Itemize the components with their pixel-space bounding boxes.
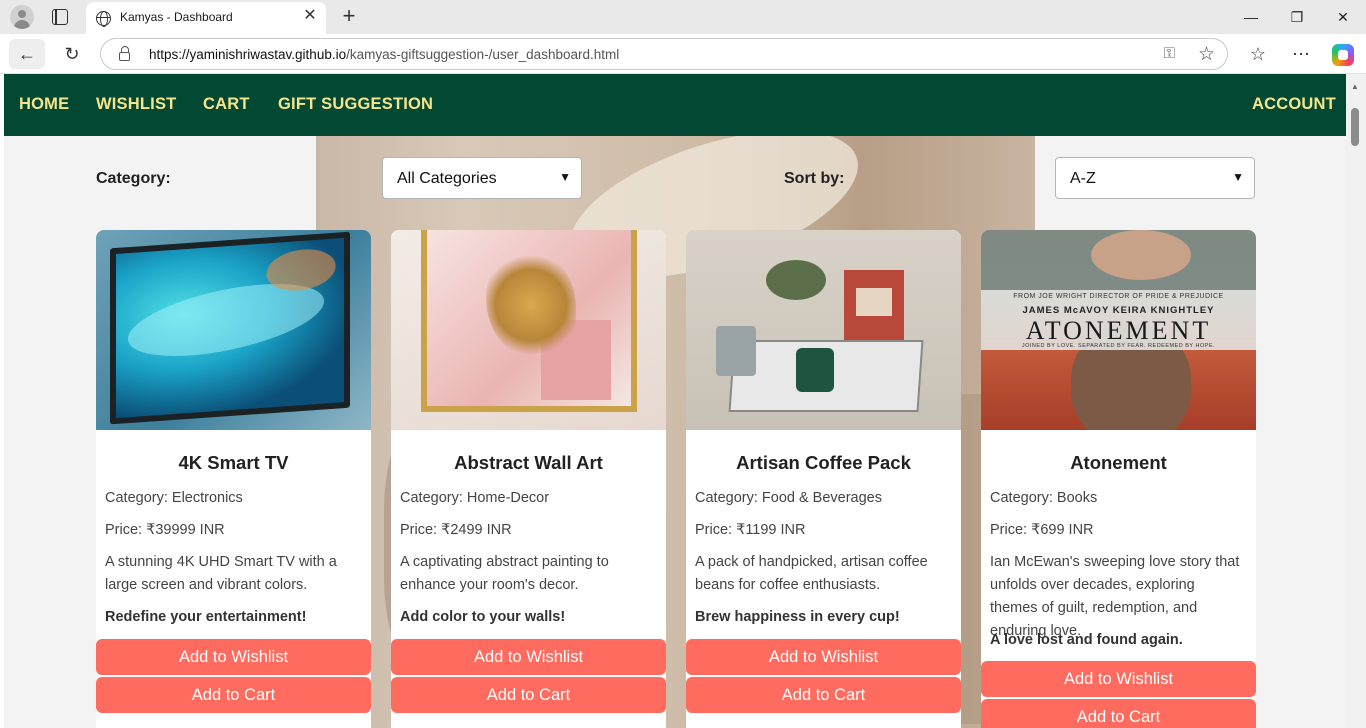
product-image-tv <box>96 230 371 430</box>
poster-tagline: JOINED BY LOVE. SEPARATED BY FEAR. REDEE… <box>1021 343 1216 349</box>
product-image-atonement-poster: FROM JOE WRIGHT DIRECTOR OF PRIDE & PREJ… <box>981 230 1256 430</box>
back-button[interactable]: ← <box>9 39 45 69</box>
category-select[interactable]: All Categories ▼ <box>382 157 582 199</box>
product-card: FROM JOE WRIGHT DIRECTOR OF PRIDE & PREJ… <box>981 230 1256 728</box>
minimize-button[interactable]: — <box>1228 0 1274 34</box>
poster-top-line: FROM JOE WRIGHT DIRECTOR OF PRIDE & PREJ… <box>1013 293 1224 300</box>
new-tab-button[interactable]: + <box>338 4 360 28</box>
product-category: Category: Electronics <box>105 490 243 506</box>
page-scrollbar[interactable]: ▲ <box>1346 74 1366 728</box>
poster-names: JAMES McAVOY KEIRA KNIGHTLEY <box>1022 305 1215 316</box>
product-description: A captivating abstract painting to enhan… <box>400 554 609 593</box>
add-to-wishlist-button[interactable]: Add to Wishlist <box>96 639 371 675</box>
product-card: Abstract Wall Art Category: Home-Decor P… <box>391 230 666 728</box>
product-description: Ian McEwan's sweeping love story that un… <box>990 554 1240 639</box>
nav-account[interactable]: ACCOUNT <box>1252 95 1336 114</box>
maximize-button[interactable]: ❐ <box>1274 0 1320 34</box>
add-to-cart-button[interactable]: Add to Cart <box>686 677 961 713</box>
tab-title: Kamyas - Dashboard <box>120 10 233 24</box>
sort-label: Sort by: <box>784 170 845 187</box>
product-price: Price: ₹2499 INR <box>400 522 512 538</box>
product-category: Category: Books <box>990 490 1098 506</box>
tab-close-icon[interactable]: ✕ <box>302 8 318 24</box>
category-label: Category: <box>96 170 171 187</box>
sort-select-value: A-Z <box>1070 170 1096 187</box>
reload-button[interactable]: ↻ <box>54 39 90 69</box>
product-category: Category: Home-Decor <box>400 490 550 506</box>
product-name: 4K Smart TV <box>178 452 289 473</box>
chevron-down-icon: ▼ <box>559 170 571 184</box>
nav-gift-suggestion[interactable]: GIFT SUGGESTION <box>278 95 433 114</box>
product-tagline: A love lost and found again. <box>990 632 1183 648</box>
add-to-cart-button[interactable]: Add to Cart <box>391 677 666 713</box>
close-window-button[interactable]: ✕ <box>1320 0 1366 34</box>
url-text[interactable]: https://yaminishriwastav.github.io/kamya… <box>149 47 619 62</box>
favorites-icon[interactable]: ☆ <box>1242 40 1274 68</box>
product-card: 4K Smart TV Category: Electronics Price:… <box>96 230 371 728</box>
address-bar[interactable]: https://yaminishriwastav.github.io/kamya… <box>100 38 1228 70</box>
product-name: Atonement <box>1070 452 1167 473</box>
product-description: A stunning 4K UHD Smart TV with a large … <box>105 554 337 593</box>
sort-select[interactable]: A-Z ▼ <box>1055 157 1255 199</box>
chevron-down-icon: ▼ <box>1232 170 1244 184</box>
add-to-wishlist-button[interactable]: Add to Wishlist <box>981 661 1256 697</box>
browser-tab[interactable]: Kamyas - Dashboard ✕ <box>86 2 326 34</box>
product-tagline: Add color to your walls! <box>400 609 566 625</box>
add-to-cart-button[interactable]: Add to Cart <box>96 677 371 713</box>
copilot-icon[interactable] <box>1332 44 1354 66</box>
add-to-wishlist-button[interactable]: Add to Wishlist <box>686 639 961 675</box>
password-key-icon[interactable]: ⚿ <box>1164 45 1175 62</box>
product-name: Artisan Coffee Pack <box>736 452 911 473</box>
filter-bar: Category: All Categories ▼ Sort by: A-Z … <box>4 136 1346 230</box>
favorite-star-icon[interactable]: ☆ <box>1198 43 1215 66</box>
scrollbar-thumb[interactable] <box>1351 108 1359 146</box>
nav-cart[interactable]: CART <box>203 95 250 114</box>
nav-wishlist[interactable]: WISHLIST <box>96 95 176 114</box>
product-tagline: Brew happiness in every cup! <box>695 609 900 625</box>
product-description: A pack of handpicked, artisan coffee bea… <box>695 554 928 593</box>
product-category: Category: Food & Beverages <box>695 490 882 506</box>
browser-toolbar: ← ↻ https://yaminishriwastav.github.io/k… <box>0 34 1366 74</box>
scroll-up-icon[interactable]: ▲ <box>1351 82 1359 91</box>
product-image-coffee-pack <box>686 230 961 430</box>
nav-home[interactable]: HOME <box>19 95 69 114</box>
lock-icon[interactable] <box>119 46 130 61</box>
category-select-value: All Categories <box>397 170 497 187</box>
add-to-cart-button[interactable]: Add to Cart <box>981 699 1256 728</box>
product-price: Price: ₹39999 INR <box>105 522 225 538</box>
product-tagline: Redefine your entertainment! <box>105 609 307 625</box>
tab-actions-icon[interactable] <box>52 9 68 25</box>
product-price: Price: ₹699 INR <box>990 522 1094 538</box>
page-content: HOME WISHLIST CART GIFT SUGGESTION ACCOU… <box>4 74 1346 728</box>
globe-icon <box>96 11 111 27</box>
poster-title: ATONEMENT <box>1025 316 1212 345</box>
product-price: Price: ₹1199 INR <box>695 522 806 538</box>
product-image-wall-art <box>391 230 666 430</box>
add-to-wishlist-button[interactable]: Add to Wishlist <box>391 639 666 675</box>
product-name: Abstract Wall Art <box>454 452 603 473</box>
profile-icon[interactable] <box>10 5 34 29</box>
product-card: Artisan Coffee Pack Category: Food & Bev… <box>686 230 961 728</box>
browser-tab-bar: Kamyas - Dashboard ✕ + — ❐ ✕ <box>0 0 1366 34</box>
site-navbar: HOME WISHLIST CART GIFT SUGGESTION ACCOU… <box>4 74 1346 136</box>
more-menu-icon[interactable]: ⋯ <box>1285 40 1317 68</box>
